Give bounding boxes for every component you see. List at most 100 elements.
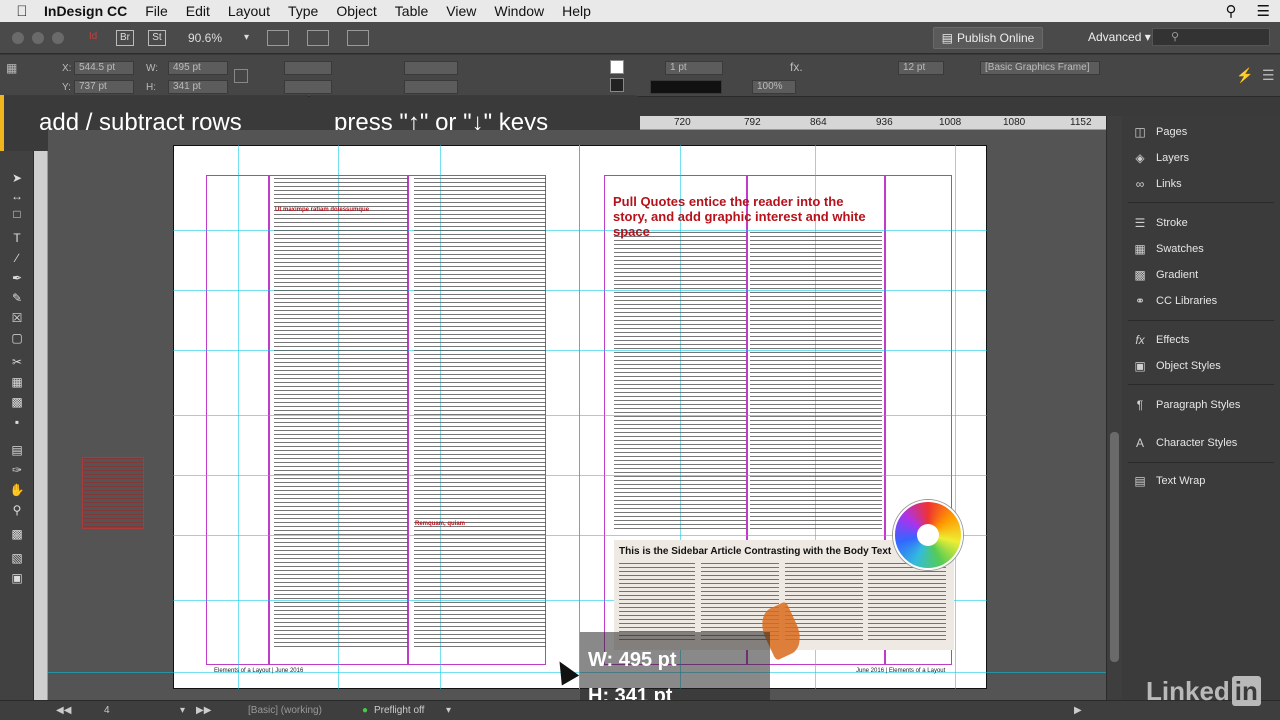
apply-none-icon[interactable]: ▧ bbox=[9, 551, 25, 565]
page-select-chevron-icon[interactable]: ▾ bbox=[180, 705, 185, 716]
pull-quote[interactable]: Pull Quotes entice the reader into the s… bbox=[613, 194, 875, 239]
menu-help[interactable]: Help bbox=[562, 3, 591, 19]
panel-stroke[interactable]: ☰ Stroke bbox=[1132, 216, 1188, 230]
panel-effects[interactable]: fx Effects bbox=[1132, 333, 1189, 347]
page-number-field[interactable]: 4 bbox=[104, 705, 110, 716]
reference-point-icon[interactable]: ▦ bbox=[6, 61, 20, 75]
line-tool-icon[interactable]: ∕ bbox=[9, 251, 25, 265]
gutter-field[interactable]: 12 pt bbox=[898, 61, 944, 75]
eyedropper-tool-icon[interactable]: ✑ bbox=[9, 463, 25, 477]
screen-mode-icon[interactable] bbox=[307, 29, 330, 46]
screen-mode-tool-icon[interactable]: ▣ bbox=[9, 571, 25, 585]
preset-label[interactable]: [Basic] (working) bbox=[248, 705, 322, 716]
rectangle-frame-tool-icon[interactable]: ☒ bbox=[9, 311, 25, 325]
view-options-icon[interactable] bbox=[267, 29, 290, 46]
quick-apply-icon[interactable]: ⚡ bbox=[1236, 67, 1253, 84]
publish-online-button[interactable]: ▤ Publish Online bbox=[933, 27, 1043, 49]
gradient-swatch-tool-icon[interactable]: ▩ bbox=[9, 395, 25, 409]
menu-window[interactable]: Window bbox=[494, 3, 544, 19]
menu-layout[interactable]: Layout bbox=[228, 3, 270, 19]
zoom-window-button[interactable] bbox=[52, 31, 64, 44]
panel-links[interactable]: ∞ Links bbox=[1132, 177, 1182, 191]
stroke-weight-field[interactable]: 1 pt bbox=[665, 61, 723, 75]
first-page-button[interactable]: ◀◀ bbox=[56, 705, 71, 716]
shear-field[interactable] bbox=[404, 80, 458, 94]
stroke-swatch-icon[interactable] bbox=[610, 78, 624, 92]
chevron-down-icon[interactable]: ▾ bbox=[244, 32, 249, 43]
zoom-level-select[interactable]: 90.6% bbox=[188, 31, 222, 45]
zoom-tool-icon[interactable]: ⚲ bbox=[9, 503, 25, 517]
content-collector-icon[interactable]: □ bbox=[9, 207, 25, 221]
scale-y-field[interactable] bbox=[284, 80, 332, 94]
panel-swatches[interactable]: ▦ Swatches bbox=[1132, 242, 1203, 256]
scale-x-field[interactable] bbox=[284, 61, 332, 75]
scissors-tool-icon[interactable]: ✂ bbox=[9, 355, 25, 369]
height-field[interactable]: 341 pt bbox=[168, 80, 228, 94]
workspace-switcher[interactable]: Advanced ▾ bbox=[1088, 30, 1151, 44]
vertical-ruler[interactable] bbox=[34, 151, 48, 700]
app-menu[interactable]: InDesign CC bbox=[44, 3, 127, 19]
gap-tool-icon[interactable]: ↔ bbox=[9, 189, 25, 203]
stroke-type-select[interactable] bbox=[650, 80, 722, 94]
bridge-button[interactable]: Br bbox=[116, 29, 134, 46]
minimize-window-button[interactable] bbox=[32, 31, 44, 44]
next-page-button[interactable]: ▶▶ bbox=[196, 705, 211, 716]
pen-tool-icon[interactable]: ✒ bbox=[9, 271, 25, 285]
vertical-scrollbar[interactable] bbox=[1106, 116, 1122, 700]
scroll-right-icon[interactable]: ▶ bbox=[1074, 705, 1082, 716]
panel-gradient[interactable]: ▩ Gradient bbox=[1132, 268, 1198, 282]
pasteboard-text-frame[interactable] bbox=[82, 457, 144, 529]
pencil-tool-icon[interactable]: ✎ bbox=[9, 291, 25, 305]
vertical-guide[interactable] bbox=[955, 145, 956, 689]
panel-object-styles[interactable]: ▣ Object Styles bbox=[1132, 359, 1220, 373]
constrain-proportions-icon[interactable] bbox=[234, 69, 248, 83]
sidebar-text-column[interactable] bbox=[868, 563, 946, 643]
body-text-column[interactable] bbox=[614, 232, 746, 530]
type-tool-icon[interactable]: T bbox=[9, 231, 25, 245]
apple-icon[interactable]:  bbox=[0, 3, 44, 20]
panel-pages[interactable]: ◫ Pages bbox=[1132, 125, 1187, 139]
note-tool-icon[interactable]: ▤ bbox=[9, 443, 25, 457]
object-style-select[interactable]: [Basic Graphics Frame] bbox=[980, 61, 1100, 75]
width-field[interactable]: 495 pt bbox=[168, 61, 228, 75]
x-position-field[interactable]: 544.5 pt bbox=[74, 61, 134, 75]
effects-fx-icon[interactable]: fx. bbox=[790, 60, 803, 74]
panel-layers[interactable]: ◈ Layers bbox=[1132, 151, 1189, 165]
preflight-status[interactable]: Preflight off bbox=[374, 705, 424, 716]
menu-view[interactable]: View bbox=[446, 3, 476, 19]
notification-list-icon[interactable]: ☰ bbox=[1257, 2, 1270, 20]
close-window-button[interactable] bbox=[12, 31, 24, 44]
fill-swatch-icon[interactable] bbox=[610, 60, 624, 74]
arrange-documents-icon[interactable] bbox=[347, 29, 370, 46]
menu-table[interactable]: Table bbox=[395, 3, 428, 19]
body-text-column[interactable] bbox=[414, 178, 546, 650]
body-text-column[interactable] bbox=[274, 178, 408, 650]
body-text-column[interactable] bbox=[750, 232, 882, 530]
menu-object[interactable]: Object bbox=[336, 3, 376, 19]
search-input[interactable]: ⚲ bbox=[1152, 28, 1270, 46]
sidebar-text-column[interactable] bbox=[619, 563, 695, 643]
preflight-chevron-icon[interactable]: ▾ bbox=[446, 705, 451, 716]
vertical-guide[interactable] bbox=[238, 145, 239, 689]
hand-tool-icon[interactable]: ✋ bbox=[9, 483, 25, 497]
opacity-field[interactable]: 100% bbox=[752, 80, 796, 94]
sidebar-title[interactable]: This is the Sidebar Article Contrasting … bbox=[619, 546, 891, 557]
horizontal-ruler[interactable]: 720 792 864 936 1008 1080 1152 bbox=[640, 116, 1106, 130]
rectangle-tool-icon[interactable]: ▢ bbox=[9, 331, 25, 345]
menu-edit[interactable]: Edit bbox=[186, 3, 210, 19]
panel-text-wrap[interactable]: ▤ Text Wrap bbox=[1132, 474, 1205, 488]
panel-character-styles[interactable]: A Character Styles bbox=[1132, 436, 1237, 450]
stock-button[interactable]: St bbox=[148, 29, 166, 46]
y-position-field[interactable]: 737 pt bbox=[74, 80, 134, 94]
menu-type[interactable]: Type bbox=[288, 3, 318, 19]
rotation-field[interactable] bbox=[404, 61, 458, 75]
spotlight-search-icon[interactable]: ⚲ bbox=[1226, 2, 1237, 20]
direct-selection-tool-icon[interactable]: ➤ bbox=[9, 171, 25, 185]
color-wheel-image[interactable] bbox=[893, 500, 963, 570]
fill-stroke-icon[interactable]: ▩ bbox=[9, 527, 25, 541]
panel-paragraph-styles[interactable]: ¶ Paragraph Styles bbox=[1132, 398, 1241, 412]
scrollbar-thumb[interactable] bbox=[1110, 432, 1119, 662]
panel-menu-icon[interactable]: ☰ bbox=[1262, 67, 1275, 84]
menu-file[interactable]: File bbox=[145, 3, 168, 19]
gradient-feather-tool-icon[interactable]: ▪ bbox=[9, 415, 25, 429]
